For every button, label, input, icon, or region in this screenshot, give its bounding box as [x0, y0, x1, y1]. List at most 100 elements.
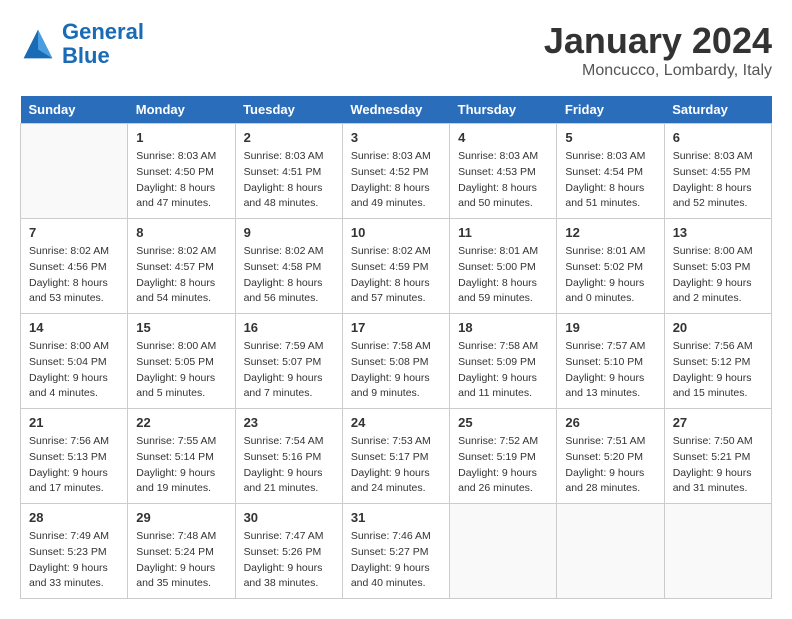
- day-info: Sunrise: 7:54 AMSunset: 5:16 PMDaylight:…: [244, 434, 334, 497]
- day-number: 27: [673, 415, 763, 430]
- day-number: 26: [565, 415, 655, 430]
- calendar-day-cell: 24 Sunrise: 7:53 AMSunset: 5:17 PMDayligh…: [342, 409, 449, 504]
- day-info: Sunrise: 8:02 AMSunset: 4:56 PMDaylight:…: [29, 244, 119, 307]
- weekday-header: Friday: [557, 96, 664, 124]
- day-number: 2: [244, 130, 334, 145]
- calendar-day-cell: 13 Sunrise: 8:00 AMSunset: 5:03 PMDayligh…: [664, 219, 771, 314]
- calendar-day-cell: 6 Sunrise: 8:03 AMSunset: 4:55 PMDaylight…: [664, 124, 771, 219]
- day-number: 18: [458, 320, 548, 335]
- day-info: Sunrise: 7:55 AMSunset: 5:14 PMDaylight:…: [136, 434, 226, 497]
- calendar-table: SundayMondayTuesdayWednesdayThursdayFrid…: [20, 96, 772, 599]
- weekday-header: Monday: [128, 96, 235, 124]
- day-info: Sunrise: 8:02 AMSunset: 4:59 PMDaylight:…: [351, 244, 441, 307]
- calendar-day-cell: 18 Sunrise: 7:58 AMSunset: 5:09 PMDayligh…: [450, 314, 557, 409]
- calendar-week-row: 28Sunrise: 7:49 AMSunset: 5:23 PMDayligh…: [21, 504, 772, 599]
- calendar-week-row: 1Sunrise: 8:03 AMSunset: 4:50 PMDaylight…: [21, 124, 772, 219]
- month-title: January 2024: [544, 20, 772, 62]
- calendar-day-cell: 20 Sunrise: 7:56 AMSunset: 5:12 PMDayligh…: [664, 314, 771, 409]
- day-info: Sunrise: 7:46 AMSunset: 5:27 PMDaylight:…: [351, 529, 441, 592]
- day-info: Sunrise: 8:01 AMSunset: 5:02 PMDaylight:…: [565, 244, 655, 307]
- day-number: 5: [565, 130, 655, 145]
- day-info: Sunrise: 8:03 AMSunset: 4:53 PMDaylight:…: [458, 149, 548, 212]
- day-number: 14: [29, 320, 119, 335]
- day-info: Sunrise: 7:57 AMSunset: 5:10 PMDaylight:…: [565, 339, 655, 402]
- calendar-day-cell: 29Sunrise: 7:48 AMSunset: 5:24 PMDayligh…: [128, 504, 235, 599]
- calendar-week-row: 21Sunrise: 7:56 AMSunset: 5:13 PMDayligh…: [21, 409, 772, 504]
- weekday-header: Tuesday: [235, 96, 342, 124]
- day-info: Sunrise: 7:58 AMSunset: 5:08 PMDaylight:…: [351, 339, 441, 402]
- calendar-day-cell: 5 Sunrise: 8:03 AMSunset: 4:54 PMDaylight…: [557, 124, 664, 219]
- calendar-week-row: 7 Sunrise: 8:02 AMSunset: 4:56 PMDaylight…: [21, 219, 772, 314]
- day-number: 17: [351, 320, 441, 335]
- day-info: Sunrise: 8:03 AMSunset: 4:50 PMDaylight:…: [136, 149, 226, 212]
- day-number: 6: [673, 130, 763, 145]
- day-number: 22: [136, 415, 226, 430]
- day-number: 15: [136, 320, 226, 335]
- calendar-day-cell: 27 Sunrise: 7:50 AMSunset: 5:21 PMDayligh…: [664, 409, 771, 504]
- day-info: Sunrise: 7:48 AMSunset: 5:24 PMDaylight:…: [136, 529, 226, 592]
- day-number: 25: [458, 415, 548, 430]
- day-number: 30: [244, 510, 334, 525]
- logo: General Blue: [20, 20, 144, 68]
- logo-text: General Blue: [62, 20, 144, 68]
- page-header: General Blue January 2024 Moncucco, Lomb…: [20, 20, 772, 80]
- calendar-day-cell: 28Sunrise: 7:49 AMSunset: 5:23 PMDayligh…: [21, 504, 128, 599]
- day-number: 3: [351, 130, 441, 145]
- calendar-day-cell: 15 Sunrise: 8:00 AMSunset: 5:05 PMDayligh…: [128, 314, 235, 409]
- day-number: 9: [244, 225, 334, 240]
- day-number: 4: [458, 130, 548, 145]
- weekday-header: Saturday: [664, 96, 771, 124]
- day-number: 28: [29, 510, 119, 525]
- calendar-day-cell: 26 Sunrise: 7:51 AMSunset: 5:20 PMDayligh…: [557, 409, 664, 504]
- calendar-day-cell: 30 Sunrise: 7:47 AMSunset: 5:26 PMDayligh…: [235, 504, 342, 599]
- day-info: Sunrise: 8:00 AMSunset: 5:03 PMDaylight:…: [673, 244, 763, 307]
- day-info: Sunrise: 8:03 AMSunset: 4:54 PMDaylight:…: [565, 149, 655, 212]
- calendar-day-cell: [21, 124, 128, 219]
- calendar-day-cell: 16 Sunrise: 7:59 AMSunset: 5:07 PMDayligh…: [235, 314, 342, 409]
- calendar-day-cell: 22 Sunrise: 7:55 AMSunset: 5:14 PMDayligh…: [128, 409, 235, 504]
- day-number: 16: [244, 320, 334, 335]
- day-number: 20: [673, 320, 763, 335]
- day-info: Sunrise: 7:53 AMSunset: 5:17 PMDaylight:…: [351, 434, 441, 497]
- day-number: 12: [565, 225, 655, 240]
- calendar-day-cell: [664, 504, 771, 599]
- day-info: Sunrise: 7:56 AMSunset: 5:12 PMDaylight:…: [673, 339, 763, 402]
- calendar-day-cell: 4 Sunrise: 8:03 AMSunset: 4:53 PMDaylight…: [450, 124, 557, 219]
- calendar-day-cell: 19 Sunrise: 7:57 AMSunset: 5:10 PMDayligh…: [557, 314, 664, 409]
- day-info: Sunrise: 7:59 AMSunset: 5:07 PMDaylight:…: [244, 339, 334, 402]
- day-info: Sunrise: 7:50 AMSunset: 5:21 PMDaylight:…: [673, 434, 763, 497]
- calendar-day-cell: 2 Sunrise: 8:03 AMSunset: 4:51 PMDaylight…: [235, 124, 342, 219]
- weekday-header: Thursday: [450, 96, 557, 124]
- day-number: 23: [244, 415, 334, 430]
- day-number: 21: [29, 415, 119, 430]
- calendar-day-cell: 11Sunrise: 8:01 AMSunset: 5:00 PMDayligh…: [450, 219, 557, 314]
- day-number: 10: [351, 225, 441, 240]
- day-number: 8: [136, 225, 226, 240]
- calendar-day-cell: 17 Sunrise: 7:58 AMSunset: 5:08 PMDayligh…: [342, 314, 449, 409]
- calendar-day-cell: 31 Sunrise: 7:46 AMSunset: 5:27 PMDayligh…: [342, 504, 449, 599]
- weekday-header: Sunday: [21, 96, 128, 124]
- calendar-day-cell: 9Sunrise: 8:02 AMSunset: 4:58 PMDaylight…: [235, 219, 342, 314]
- calendar-day-cell: 7 Sunrise: 8:02 AMSunset: 4:56 PMDaylight…: [21, 219, 128, 314]
- day-info: Sunrise: 8:03 AMSunset: 4:55 PMDaylight:…: [673, 149, 763, 212]
- day-info: Sunrise: 7:58 AMSunset: 5:09 PMDaylight:…: [458, 339, 548, 402]
- day-info: Sunrise: 7:47 AMSunset: 5:26 PMDaylight:…: [244, 529, 334, 592]
- day-info: Sunrise: 8:03 AMSunset: 4:51 PMDaylight:…: [244, 149, 334, 212]
- day-info: Sunrise: 8:02 AMSunset: 4:57 PMDaylight:…: [136, 244, 226, 307]
- day-number: 31: [351, 510, 441, 525]
- calendar-day-cell: 14Sunrise: 8:00 AMSunset: 5:04 PMDayligh…: [21, 314, 128, 409]
- logo-icon: [20, 26, 56, 62]
- day-number: 11: [458, 225, 548, 240]
- day-number: 13: [673, 225, 763, 240]
- day-number: 19: [565, 320, 655, 335]
- day-number: 24: [351, 415, 441, 430]
- location-title: Moncucco, Lombardy, Italy: [544, 62, 772, 80]
- day-info: Sunrise: 8:00 AMSunset: 5:05 PMDaylight:…: [136, 339, 226, 402]
- day-info: Sunrise: 7:51 AMSunset: 5:20 PMDaylight:…: [565, 434, 655, 497]
- calendar-day-cell: 3 Sunrise: 8:03 AMSunset: 4:52 PMDaylight…: [342, 124, 449, 219]
- calendar-day-cell: 25Sunrise: 7:52 AMSunset: 5:19 PMDayligh…: [450, 409, 557, 504]
- day-info: Sunrise: 8:03 AMSunset: 4:52 PMDaylight:…: [351, 149, 441, 212]
- day-number: 7: [29, 225, 119, 240]
- calendar-day-cell: 1Sunrise: 8:03 AMSunset: 4:50 PMDaylight…: [128, 124, 235, 219]
- calendar-day-cell: 8 Sunrise: 8:02 AMSunset: 4:57 PMDaylight…: [128, 219, 235, 314]
